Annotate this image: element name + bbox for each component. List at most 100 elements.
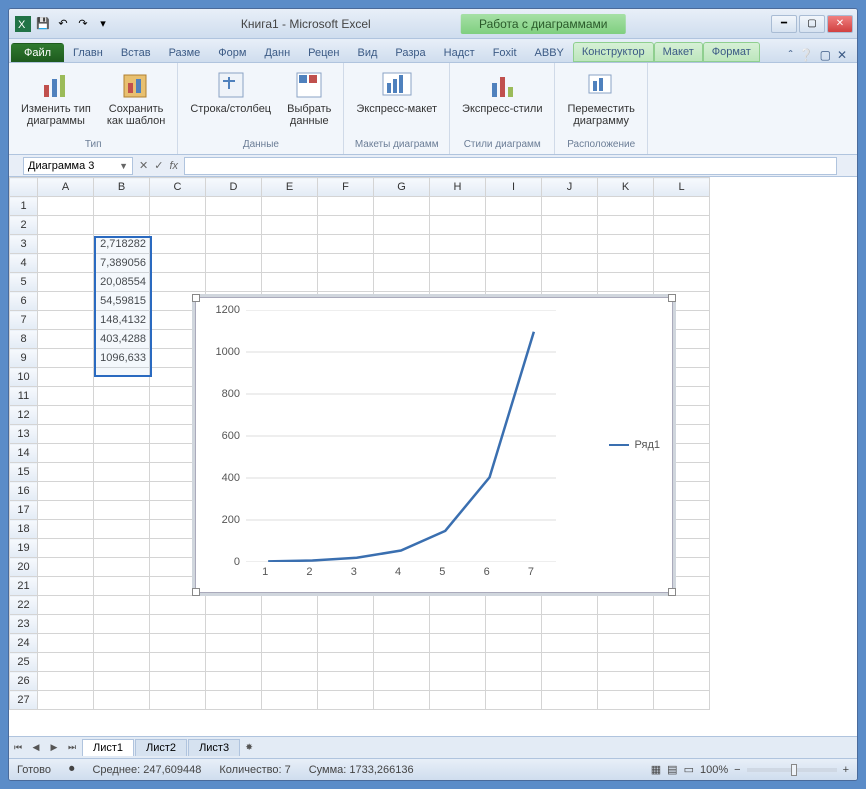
cell-E2[interactable] xyxy=(262,216,318,235)
cell-J23[interactable] xyxy=(542,615,598,634)
zoom-out-button[interactable]: − xyxy=(734,764,740,776)
row-header-11[interactable]: 11 xyxy=(10,387,38,406)
cell-A24[interactable] xyxy=(38,634,94,653)
cell-H3[interactable] xyxy=(430,235,486,254)
cell-D26[interactable] xyxy=(206,672,262,691)
row-header-26[interactable]: 26 xyxy=(10,672,38,691)
cell-A22[interactable] xyxy=(38,596,94,615)
cell-B24[interactable] xyxy=(94,634,150,653)
zoom-level[interactable]: 100% xyxy=(700,764,728,776)
cell-B7[interactable]: 148,4132 xyxy=(94,311,150,330)
cell-G26[interactable] xyxy=(374,672,430,691)
cell-J1[interactable] xyxy=(542,197,598,216)
cell-E26[interactable] xyxy=(262,672,318,691)
save-as-template-button[interactable]: Сохранить как шаблон xyxy=(103,67,170,129)
resize-handle[interactable] xyxy=(192,588,200,596)
cell-C22[interactable] xyxy=(150,596,206,615)
zoom-slider[interactable] xyxy=(747,768,837,772)
cell-D2[interactable] xyxy=(206,216,262,235)
row-header-4[interactable]: 4 xyxy=(10,254,38,273)
col-header-G[interactable]: G xyxy=(374,178,430,197)
row-header-14[interactable]: 14 xyxy=(10,444,38,463)
cell-E4[interactable] xyxy=(262,254,318,273)
row-header-12[interactable]: 12 xyxy=(10,406,38,425)
cell-L5[interactable] xyxy=(654,273,710,292)
cell-K26[interactable] xyxy=(598,672,654,691)
move-chart-button[interactable]: Переместить диаграмму xyxy=(563,67,638,129)
row-header-24[interactable]: 24 xyxy=(10,634,38,653)
tab-data[interactable]: Данн xyxy=(255,43,299,62)
cell-H25[interactable] xyxy=(430,653,486,672)
cell-J26[interactable] xyxy=(542,672,598,691)
cell-E1[interactable] xyxy=(262,197,318,216)
cell-H24[interactable] xyxy=(430,634,486,653)
cell-L2[interactable] xyxy=(654,216,710,235)
cell-L23[interactable] xyxy=(654,615,710,634)
cell-B18[interactable] xyxy=(94,520,150,539)
cell-A3[interactable] xyxy=(38,235,94,254)
row-header-21[interactable]: 21 xyxy=(10,577,38,596)
col-header-D[interactable]: D xyxy=(206,178,262,197)
cell-A2[interactable] xyxy=(38,216,94,235)
tab-abbyy[interactable]: ABBY xyxy=(526,43,573,62)
row-header-20[interactable]: 20 xyxy=(10,558,38,577)
view-normal-icon[interactable]: ▦ xyxy=(651,763,661,776)
cell-E24[interactable] xyxy=(262,634,318,653)
cell-J22[interactable] xyxy=(542,596,598,615)
formula-input[interactable] xyxy=(184,157,837,175)
cell-A5[interactable] xyxy=(38,273,94,292)
cell-H26[interactable] xyxy=(430,672,486,691)
row-header-3[interactable]: 3 xyxy=(10,235,38,254)
cell-H2[interactable] xyxy=(430,216,486,235)
cell-B27[interactable] xyxy=(94,691,150,710)
cell-K22[interactable] xyxy=(598,596,654,615)
undo-icon[interactable]: ↶ xyxy=(55,16,71,32)
cell-F27[interactable] xyxy=(318,691,374,710)
tab-home[interactable]: Главн xyxy=(64,43,112,62)
cell-F24[interactable] xyxy=(318,634,374,653)
cell-I22[interactable] xyxy=(486,596,542,615)
cell-B20[interactable] xyxy=(94,558,150,577)
cell-A26[interactable] xyxy=(38,672,94,691)
col-header-L[interactable]: L xyxy=(654,178,710,197)
worksheet-grid[interactable]: ABCDEFGHIJKL1232,71828247,389056520,0855… xyxy=(9,177,857,736)
zoom-in-button[interactable]: + xyxy=(843,764,849,776)
minimize-ribbon-icon[interactable]: ˆ xyxy=(789,48,793,62)
cell-J24[interactable] xyxy=(542,634,598,653)
view-pagelayout-icon[interactable]: ▤ xyxy=(667,763,677,776)
col-header-H[interactable]: H xyxy=(430,178,486,197)
cell-F3[interactable] xyxy=(318,235,374,254)
cell-A11[interactable] xyxy=(38,387,94,406)
row-header-6[interactable]: 6 xyxy=(10,292,38,311)
cell-H1[interactable] xyxy=(430,197,486,216)
tab-insert[interactable]: Встав xyxy=(112,43,160,62)
row-header-10[interactable]: 10 xyxy=(10,368,38,387)
cell-B12[interactable] xyxy=(94,406,150,425)
col-header-E[interactable]: E xyxy=(262,178,318,197)
cell-A21[interactable] xyxy=(38,577,94,596)
cell-H27[interactable] xyxy=(430,691,486,710)
cell-L1[interactable] xyxy=(654,197,710,216)
new-sheet-button[interactable]: ✸ xyxy=(240,739,258,757)
close-button[interactable]: ✕ xyxy=(827,15,853,33)
cell-A20[interactable] xyxy=(38,558,94,577)
cell-J27[interactable] xyxy=(542,691,598,710)
cell-G5[interactable] xyxy=(374,273,430,292)
close-workbook-icon[interactable]: ✕ xyxy=(837,48,847,62)
tab-pagelayout[interactable]: Разме xyxy=(160,43,210,62)
help-icon[interactable]: ❔ xyxy=(799,48,814,62)
cell-K5[interactable] xyxy=(598,273,654,292)
cell-G24[interactable] xyxy=(374,634,430,653)
row-header-13[interactable]: 13 xyxy=(10,425,38,444)
cell-K1[interactable] xyxy=(598,197,654,216)
select-all-corner[interactable] xyxy=(10,178,38,197)
cell-A27[interactable] xyxy=(38,691,94,710)
prev-sheet-button[interactable]: ◀ xyxy=(27,739,45,757)
cell-B15[interactable] xyxy=(94,463,150,482)
sheet-tab-3[interactable]: Лист3 xyxy=(188,739,240,756)
tab-chart-design[interactable]: Конструктор xyxy=(573,42,654,62)
quick-layout-button[interactable]: Экспресс-макет xyxy=(352,67,441,117)
cell-H22[interactable] xyxy=(430,596,486,615)
cell-K4[interactable] xyxy=(598,254,654,273)
tab-developer[interactable]: Разра xyxy=(386,43,434,62)
